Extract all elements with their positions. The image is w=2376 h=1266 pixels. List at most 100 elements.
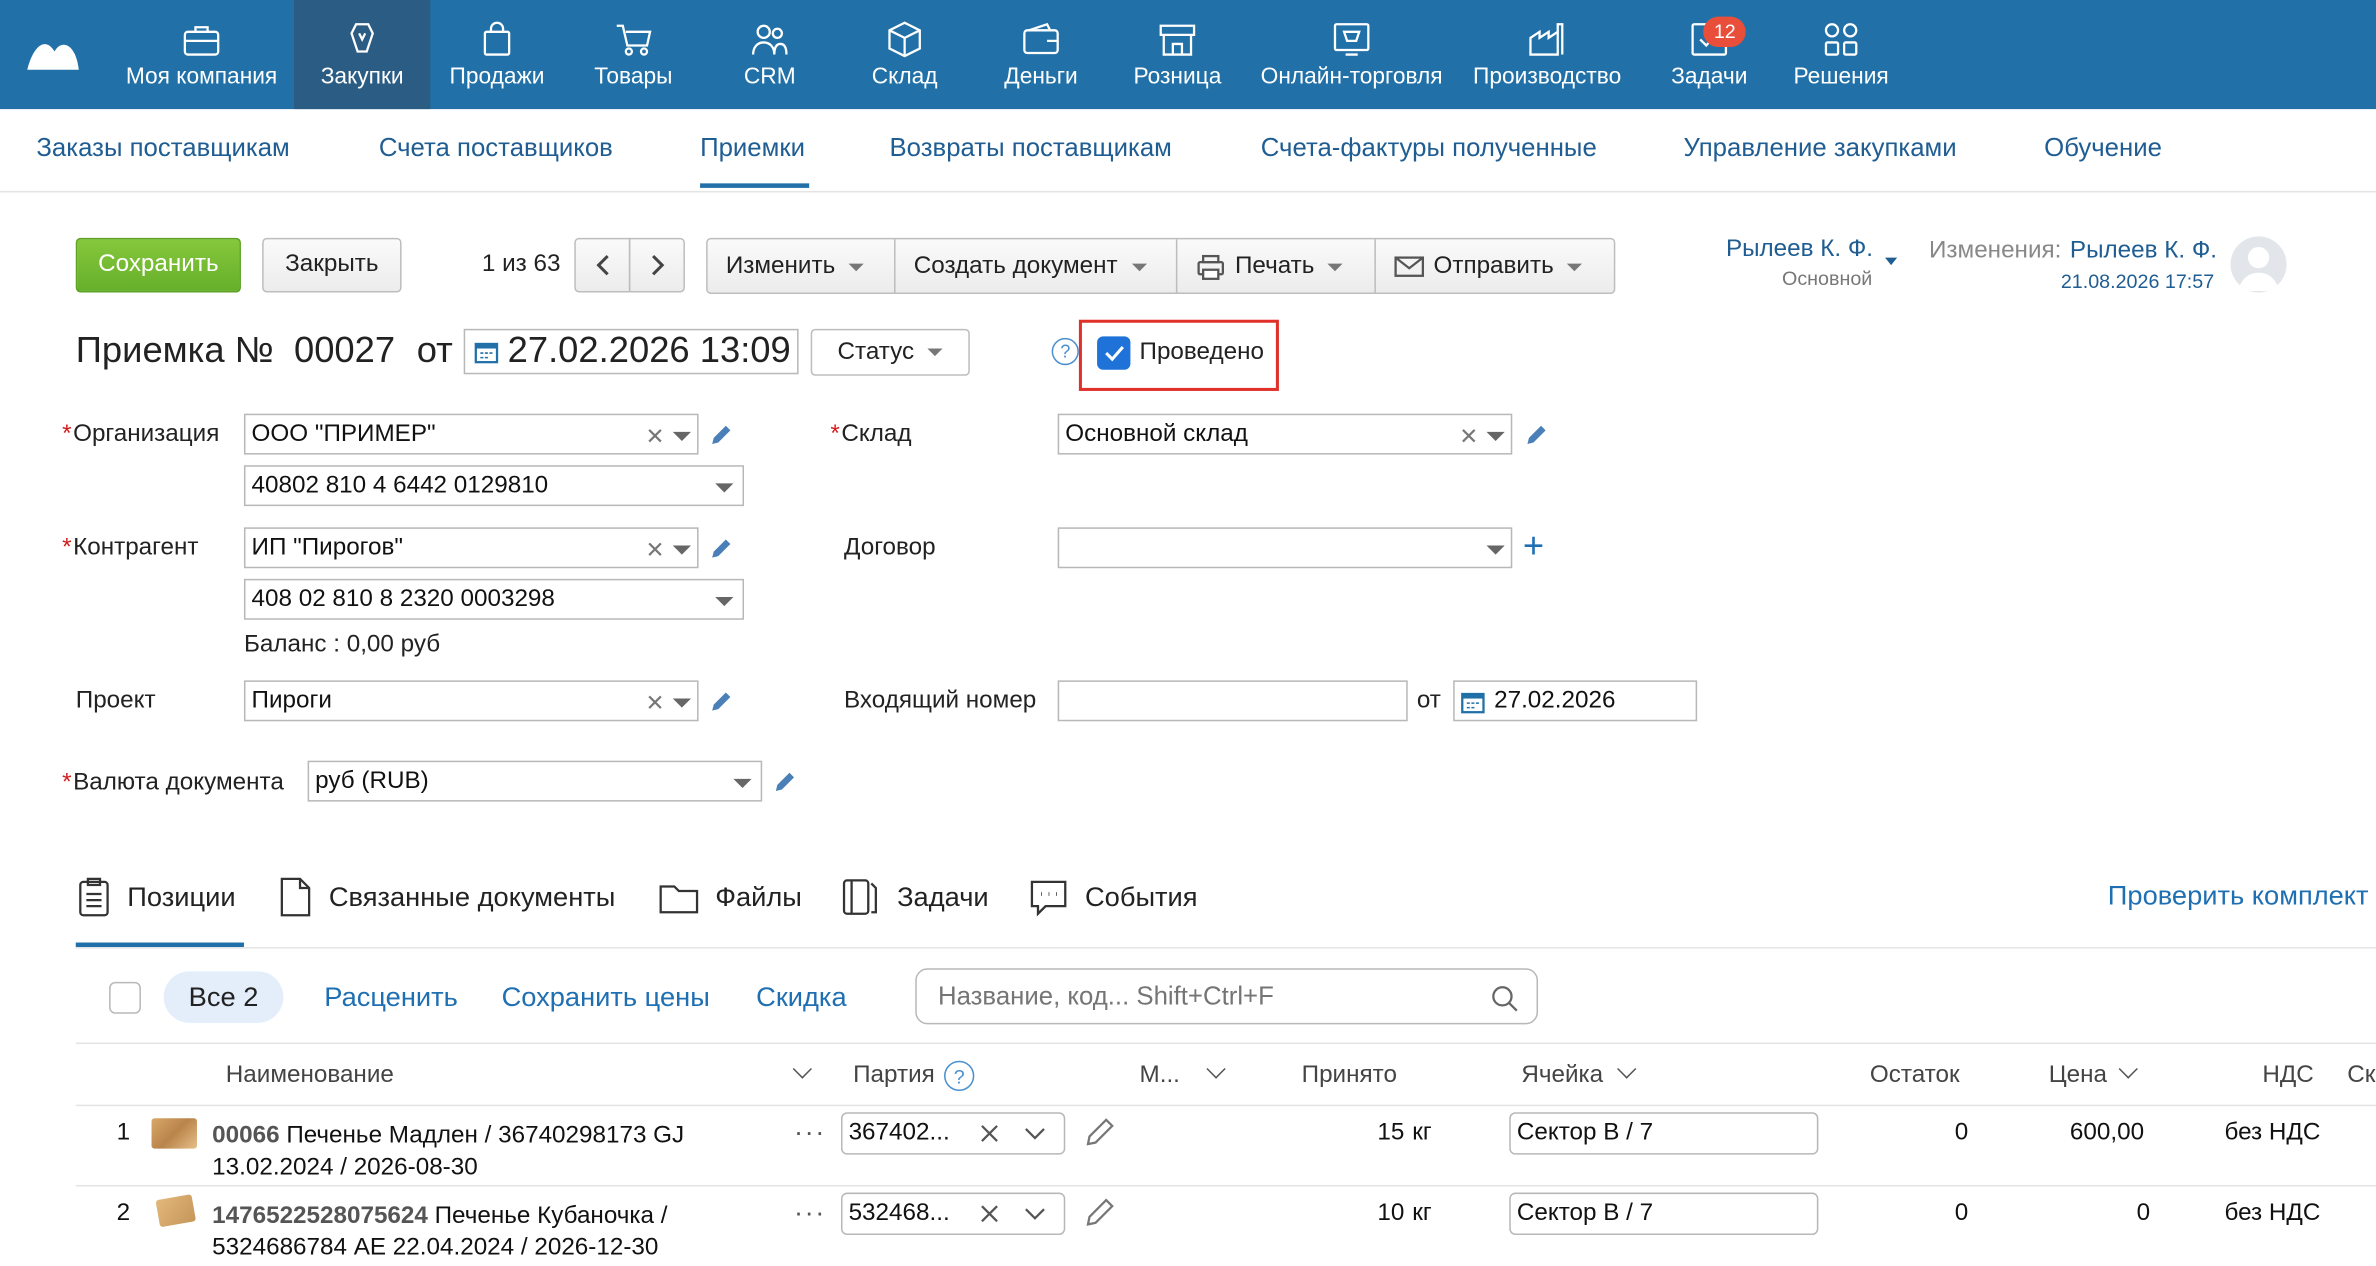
chevron-down-icon[interactable] bbox=[715, 597, 734, 607]
send-dropdown[interactable]: Отправить bbox=[1376, 239, 1615, 294]
doc-number[interactable]: 00027 bbox=[294, 330, 395, 372]
edit-pencil-icon[interactable] bbox=[709, 689, 733, 713]
incoming-date-field[interactable]: 27.02.2026 bbox=[1453, 680, 1698, 722]
edit-pencil-icon[interactable] bbox=[709, 423, 733, 447]
subnav-purchase-management[interactable]: Управление закупками bbox=[1684, 133, 1957, 163]
positions-search[interactable] bbox=[915, 968, 1539, 1025]
col-name-header[interactable]: Наименование bbox=[226, 1062, 394, 1089]
tab-related-documents[interactable]: Связанные документы bbox=[277, 876, 615, 918]
nav-money[interactable]: Деньги bbox=[980, 0, 1101, 109]
nav-warehouse[interactable]: Склад bbox=[844, 0, 965, 109]
check-set-link[interactable]: Проверить комплект bbox=[2108, 880, 2369, 912]
col-vat-header[interactable]: НДС bbox=[2262, 1062, 2313, 1089]
counterparty-account-field[interactable]: 408 02 810 8 2320 0003298 bbox=[243, 578, 745, 620]
changes-user[interactable]: Рылеев К. Ф. bbox=[2070, 238, 2217, 265]
more-actions-icon[interactable]: ··· bbox=[794, 1197, 826, 1229]
nav-tasks[interactable]: Задачи 12 bbox=[1649, 0, 1770, 109]
nav-my-company[interactable]: Моя компания bbox=[115, 0, 288, 109]
edit-pencil-icon[interactable] bbox=[709, 536, 733, 560]
subnav-learning[interactable]: Обучение bbox=[2044, 133, 2162, 163]
help-icon[interactable]: ? bbox=[1051, 337, 1079, 366]
posted-checkbox[interactable] bbox=[1097, 336, 1131, 370]
organization-field[interactable]: ООО "ПРИМЕР" ✕ bbox=[243, 413, 699, 455]
currency-field[interactable]: руб (RUB) bbox=[307, 760, 763, 802]
nav-purchases[interactable]: Закупки bbox=[293, 0, 431, 110]
edit-pencil-icon[interactable] bbox=[773, 770, 797, 794]
select-all-checkbox[interactable] bbox=[109, 981, 141, 1014]
organization-account-field[interactable]: 40802 810 4 6442 0129810 bbox=[243, 465, 745, 507]
col-cell-sort-chevron-icon[interactable] bbox=[1617, 1059, 1637, 1089]
incoming-number-field[interactable] bbox=[1057, 680, 1408, 722]
filter-all-pill[interactable]: Все 2 bbox=[163, 971, 284, 1023]
more-actions-icon[interactable]: ··· bbox=[794, 1117, 826, 1149]
col-m-header[interactable]: М... bbox=[1140, 1062, 1180, 1089]
search-icon[interactable] bbox=[1491, 985, 1518, 1012]
clear-icon[interactable] bbox=[979, 1203, 1000, 1224]
subnav-supplier-returns[interactable]: Возвраты поставщикам bbox=[889, 133, 1171, 163]
save-prices-link[interactable]: Сохранить цены bbox=[502, 982, 710, 1014]
owner-name[interactable]: Рылеев К. Ф. bbox=[1726, 236, 1873, 263]
col-m-sort-chevron-icon[interactable] bbox=[1206, 1059, 1226, 1089]
nav-online-trade[interactable]: Онлайн-торговля bbox=[1252, 0, 1452, 109]
vat-value[interactable]: без НДС bbox=[2224, 1200, 2320, 1227]
product-code[interactable]: 1476522528075624 bbox=[212, 1203, 428, 1229]
chevron-down-icon[interactable] bbox=[733, 778, 752, 788]
subnav-acceptances[interactable]: Приемки bbox=[700, 133, 805, 163]
tab-tasks[interactable]: Задачи bbox=[839, 876, 989, 918]
price-value[interactable]: 0 bbox=[2137, 1200, 2150, 1227]
accepted-qty[interactable]: 10 bbox=[1377, 1200, 1404, 1227]
edit-dropdown[interactable]: Изменить bbox=[708, 239, 896, 294]
status-dropdown[interactable]: Статус bbox=[810, 328, 970, 376]
cell-field[interactable]: Сектор В / 7 bbox=[1509, 1192, 1819, 1235]
edit-pencil-icon[interactable] bbox=[1083, 1115, 1116, 1148]
add-contract-plus-icon[interactable]: + bbox=[1523, 527, 1544, 566]
help-icon[interactable]: ? bbox=[944, 1060, 975, 1092]
product-name[interactable]: 1476522528075624 Печенье Кубаночка / 532… bbox=[212, 1200, 667, 1264]
save-button[interactable]: Сохранить bbox=[75, 237, 241, 293]
contract-field[interactable] bbox=[1057, 527, 1513, 569]
chevron-down-icon[interactable] bbox=[1023, 1124, 1047, 1142]
nav-crm[interactable]: CRM bbox=[709, 0, 830, 109]
warehouse-field[interactable]: Основной склад ✕ bbox=[1057, 413, 1513, 455]
accepted-qty[interactable]: 15 bbox=[1377, 1120, 1404, 1147]
project-field[interactable]: Пироги ✕ bbox=[243, 680, 699, 722]
chevron-down-icon[interactable] bbox=[672, 698, 691, 708]
nav-sales[interactable]: Продажи bbox=[436, 0, 557, 109]
batch-field[interactable]: 532468... bbox=[840, 1192, 1066, 1235]
create-document-dropdown[interactable]: Создать документ bbox=[896, 239, 1178, 294]
subnav-supplier-orders[interactable]: Заказы поставщикам bbox=[36, 133, 289, 163]
vat-value[interactable]: без НДС bbox=[2224, 1120, 2320, 1147]
clear-icon[interactable]: ✕ bbox=[646, 689, 665, 717]
product-thumbnail[interactable] bbox=[151, 1118, 197, 1149]
col-accepted-header[interactable]: Принято bbox=[1302, 1062, 1397, 1089]
nav-solutions[interactable]: Решения bbox=[1782, 0, 1900, 109]
chevron-down-icon[interactable] bbox=[672, 545, 691, 555]
price-value[interactable]: 600,00 bbox=[2070, 1120, 2144, 1147]
chevron-down-icon[interactable] bbox=[1486, 545, 1505, 555]
clear-icon[interactable]: ✕ bbox=[646, 423, 665, 450]
product-code[interactable]: 00066 bbox=[212, 1123, 279, 1149]
edit-pencil-icon[interactable] bbox=[1524, 423, 1548, 447]
col-cell-header[interactable]: Ячейка bbox=[1521, 1062, 1603, 1089]
clear-icon[interactable]: ✕ bbox=[1459, 423, 1478, 450]
chevron-down-icon[interactable] bbox=[1486, 431, 1505, 441]
reprice-link[interactable]: Расценить bbox=[324, 982, 458, 1014]
counterparty-field[interactable]: ИП "Пирогов" ✕ bbox=[243, 527, 699, 569]
tab-positions[interactable]: Позиции bbox=[76, 876, 236, 918]
col-price-sort-chevron-icon[interactable] bbox=[2118, 1059, 2138, 1089]
discount-link[interactable]: Скидка bbox=[756, 982, 846, 1014]
cell-field[interactable]: Сектор В / 7 bbox=[1509, 1112, 1819, 1155]
avatar[interactable] bbox=[2230, 236, 2287, 293]
col-extra-header[interactable]: Ск bbox=[2347, 1062, 2375, 1089]
chevron-down-icon[interactable] bbox=[672, 431, 691, 441]
col-name-sort-chevron-icon[interactable] bbox=[792, 1059, 813, 1089]
prev-button[interactable] bbox=[574, 237, 631, 293]
clear-icon[interactable] bbox=[979, 1123, 1000, 1144]
subnav-supplier-invoices[interactable]: Счета поставщиков bbox=[379, 133, 613, 163]
col-batch-header[interactable]: Партия bbox=[853, 1062, 935, 1089]
print-dropdown[interactable]: Печать bbox=[1177, 239, 1376, 294]
chevron-down-icon[interactable] bbox=[1023, 1205, 1047, 1223]
product-name[interactable]: 00066 Печенье Мадлен / 36740298173 GJ 13… bbox=[212, 1120, 684, 1184]
app-logo[interactable] bbox=[24, 30, 82, 75]
batch-field[interactable]: 367402... bbox=[840, 1112, 1066, 1155]
